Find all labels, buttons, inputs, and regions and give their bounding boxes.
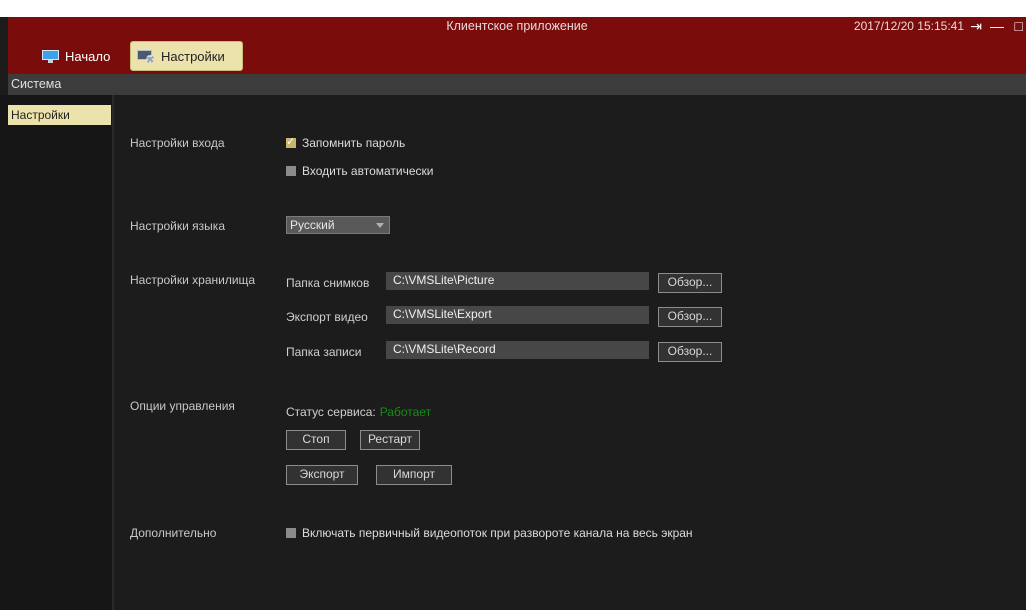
app-window: Клиентское приложение 2017/12/20 15:15:4… [0, 17, 1026, 610]
sidebar-item-settings[interactable]: Настройки [8, 105, 111, 125]
picture-browse-button[interactable]: Обзор... [658, 273, 722, 293]
auto-login-option[interactable]: Входить автоматически [286, 164, 434, 178]
service-status: Статус сервиса: Работает [286, 405, 431, 419]
tab-settings[interactable]: Настройки [130, 41, 243, 71]
tab-settings-label: Настройки [161, 48, 225, 64]
restart-button[interactable]: Рестарт [360, 430, 420, 450]
chevron-down-icon [376, 223, 384, 228]
auto-login-label: Входить автоматически [302, 164, 434, 178]
control-section-title: Опции управления [130, 399, 235, 413]
export-folder-label: Экспорт видео [286, 310, 368, 324]
language-section-title: Настройки языка [130, 219, 225, 233]
record-browse-button[interactable]: Обзор... [658, 342, 722, 362]
export-button[interactable]: Экспорт [286, 465, 358, 485]
picture-folder-label: Папка снимков [286, 276, 370, 290]
maximize-icon[interactable]: □ [1015, 17, 1023, 35]
remember-password-label: Запомнить пароль [302, 136, 406, 150]
main-stream-label: Включать первичный видеопоток при развор… [302, 526, 693, 540]
remember-password-option[interactable]: Запомнить пароль [286, 135, 406, 150]
record-folder-input[interactable]: C:\VMSLite\Record [386, 341, 649, 359]
export-folder-input[interactable]: C:\VMSLite\Export [386, 306, 649, 324]
title-bar: Клиентское приложение 2017/12/20 15:15:4… [8, 17, 1026, 74]
export-browse-button[interactable]: Обзор... [658, 307, 722, 327]
minimize-icon[interactable]: — [990, 17, 1004, 35]
login-section-title: Настройки входа [130, 136, 225, 150]
settings-panel: Настройки входа Запомнить пароль Входить… [114, 95, 1026, 610]
logout-icon[interactable]: ⇥ [970, 17, 982, 35]
picture-folder-input[interactable]: C:\VMSLite\Picture [386, 272, 649, 290]
service-status-value: Работает [379, 405, 432, 419]
system-label: Система [11, 77, 62, 91]
tab-home[interactable]: Начало [36, 41, 116, 71]
auto-login-checkbox[interactable] [286, 166, 296, 176]
datetime-display: 2017/12/20 15:15:41 [853, 19, 964, 33]
system-bar: Система [8, 74, 1026, 95]
remember-password-checkbox[interactable] [286, 135, 296, 148]
language-select[interactable]: Русский [286, 216, 390, 234]
stop-button[interactable]: Стоп [286, 430, 346, 450]
storage-section-title: Настройки хранилища [130, 273, 256, 287]
import-button[interactable]: Импорт [376, 465, 452, 485]
main-stream-checkbox[interactable] [286, 528, 296, 538]
tab-home-label: Начало [65, 48, 111, 64]
language-select-value: Русский [290, 218, 335, 232]
advanced-section-title: Дополнительно [130, 526, 217, 540]
service-status-label: Статус сервиса: [286, 405, 376, 419]
monitor-icon [42, 49, 59, 63]
main-stream-option[interactable]: Включать первичный видеопоток при развор… [286, 526, 693, 540]
settings-monitor-icon [137, 49, 155, 63]
record-folder-label: Папка записи [286, 345, 362, 359]
sidebar: Настройки [0, 95, 114, 610]
